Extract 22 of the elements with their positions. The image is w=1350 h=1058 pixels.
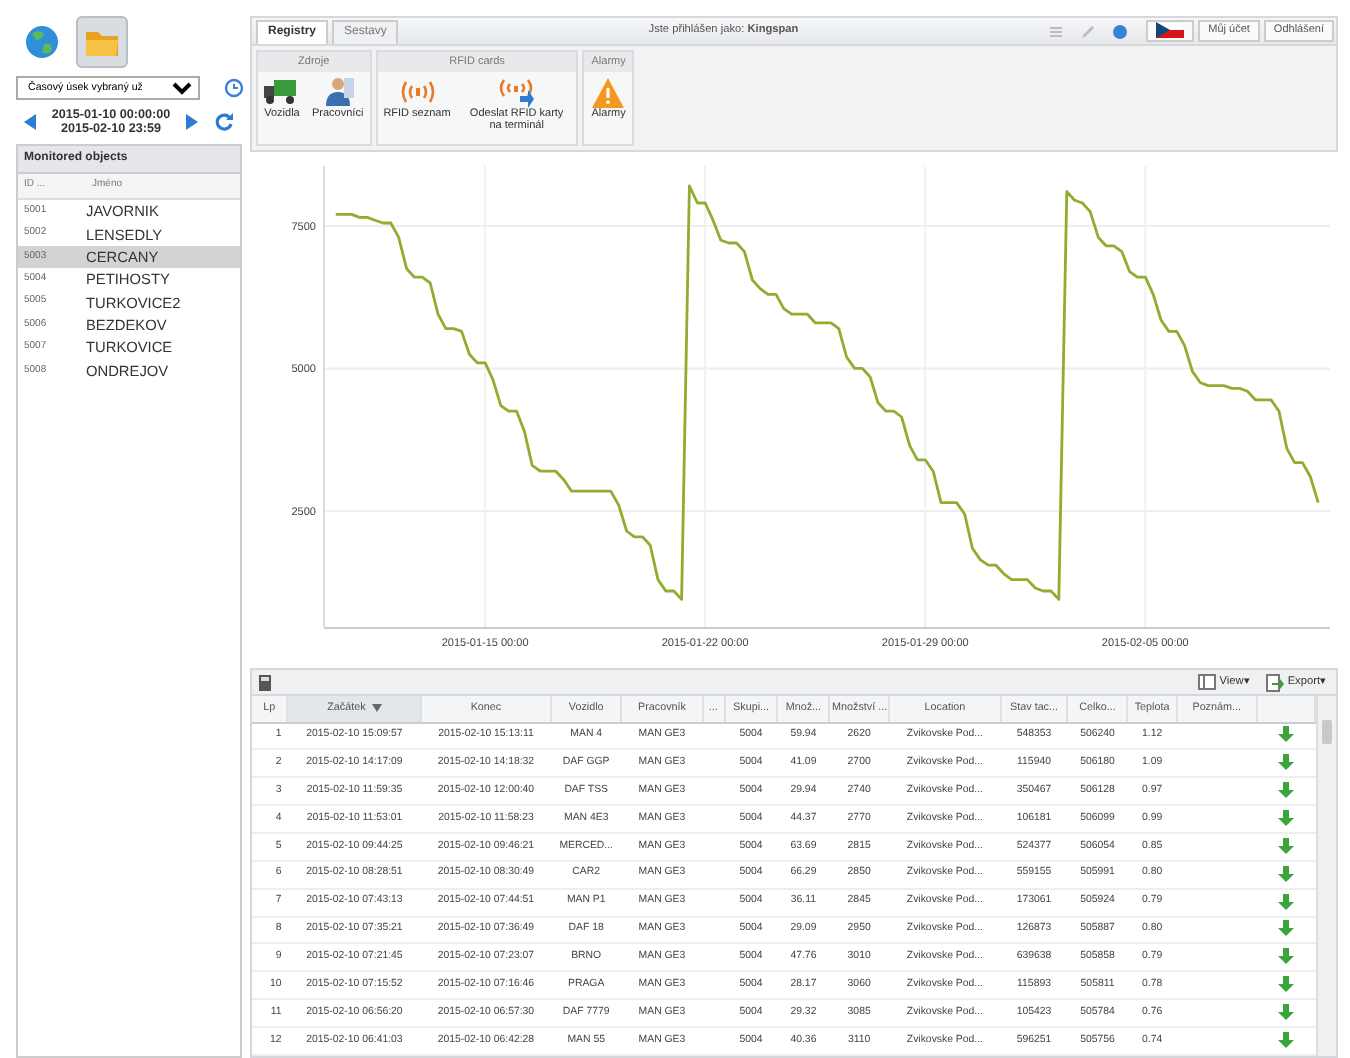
- warning-icon: [590, 76, 627, 109]
- clock-button[interactable]: [224, 78, 244, 98]
- view-icon: [1197, 673, 1218, 691]
- refresh-icon: [213, 112, 234, 133]
- clock-icon: [224, 78, 244, 98]
- list-icon: [1048, 23, 1065, 39]
- left-arrow-icon: [24, 114, 36, 131]
- export-icon: [1265, 673, 1286, 691]
- pencil-icon: [1080, 23, 1097, 39]
- toolbar-button[interactable]: [76, 16, 128, 68]
- rfid-send-icon: [498, 76, 535, 109]
- truck-icon: [264, 76, 300, 109]
- sort-arrow-icon: [371, 703, 382, 712]
- document-icon: [258, 673, 272, 691]
- previous-button[interactable]: [24, 114, 36, 131]
- language-button[interactable]: [1146, 20, 1195, 42]
- flag-icon: [1156, 22, 1185, 39]
- refresh-button[interactable]: [213, 112, 234, 133]
- globe-icon: [24, 24, 60, 60]
- next-button[interactable]: [185, 114, 198, 131]
- right-arrow-icon: [185, 114, 198, 131]
- scrollbar[interactable]: [1316, 696, 1336, 1056]
